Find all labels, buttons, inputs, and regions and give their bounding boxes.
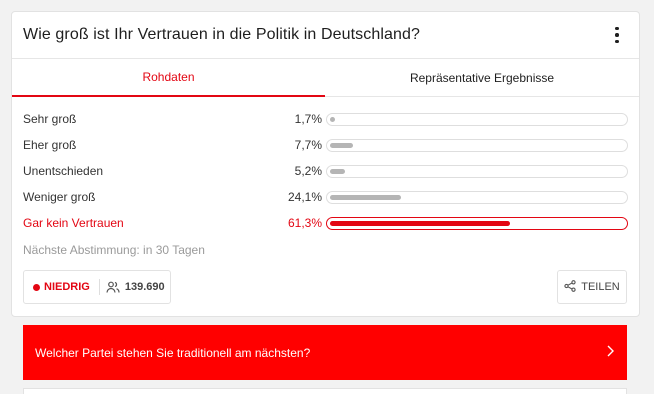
option-label: Eher groß — [23, 138, 77, 152]
more-options-button[interactable] — [609, 24, 625, 46]
trust-level-badge: NIEDRIG — [44, 281, 90, 293]
progress-fill — [330, 143, 353, 148]
option-label: Gar kein Vertrauen — [23, 216, 124, 230]
share-icon — [564, 279, 576, 295]
progress-track — [326, 113, 628, 126]
result-row: Unentschieden 5,2% — [23, 160, 628, 186]
option-percent: 24,1% — [287, 190, 322, 204]
result-row-highlighted: Gar kein Vertrauen 61,3% — [23, 212, 628, 238]
option-percent: 7,7% — [294, 138, 322, 152]
share-button[interactable]: TEILEN — [557, 270, 627, 304]
poll-card: Wie groß ist Ihr Vertrauen in die Politi… — [11, 11, 640, 317]
poll-question: Wie groß ist Ihr Vertrauen in die Politi… — [23, 26, 420, 43]
option-label: Sehr groß — [23, 112, 77, 126]
share-label: TEILEN — [581, 281, 620, 293]
progress-fill — [330, 195, 401, 200]
progress-track — [326, 139, 628, 152]
progress-fill — [330, 169, 346, 174]
option-percent: 61,3% — [287, 216, 322, 230]
progress-fill — [330, 221, 511, 226]
tab-representative-results[interactable]: Repräsentative Ergebnisse — [325, 59, 639, 96]
next-question-text: Welcher Partei stehen Sie traditionell a… — [35, 345, 311, 360]
result-row: Weniger groß 24,1% — [23, 186, 628, 212]
option-label: Unentschieden — [23, 164, 104, 178]
next-vote-info: Nächste Abstimmung: in 30 Tagen — [23, 243, 205, 257]
poll-results: Sehr groß 1,7% Eher groß 7,7% Unentschie… — [23, 108, 628, 238]
progress-track — [326, 217, 628, 230]
users-icon — [106, 280, 120, 294]
progress-track — [326, 191, 628, 204]
next-poll-card — [23, 388, 627, 394]
chevron-right-icon — [605, 344, 615, 361]
result-tabs: Rohdaten Repräsentative Ergebnisse — [12, 58, 639, 97]
tab-rohdaten[interactable]: Rohdaten — [12, 59, 325, 97]
more-vertical-icon — [615, 26, 619, 31]
next-question-button[interactable]: Welcher Partei stehen Sie traditionell a… — [23, 325, 627, 380]
divider — [98, 279, 100, 295]
result-row: Sehr groß 1,7% — [23, 108, 628, 134]
result-row: Eher groß 7,7% — [23, 134, 628, 160]
participant-count: 139.690 — [124, 281, 165, 293]
poll-stats: NIEDRIG 139.690 — [23, 270, 171, 304]
option-percent: 1,7% — [294, 112, 322, 126]
option-percent: 5,2% — [294, 164, 322, 178]
status-dot — [33, 283, 40, 291]
progress-track — [326, 165, 628, 178]
progress-fill — [330, 117, 335, 122]
option-label: Weniger groß — [23, 190, 96, 204]
